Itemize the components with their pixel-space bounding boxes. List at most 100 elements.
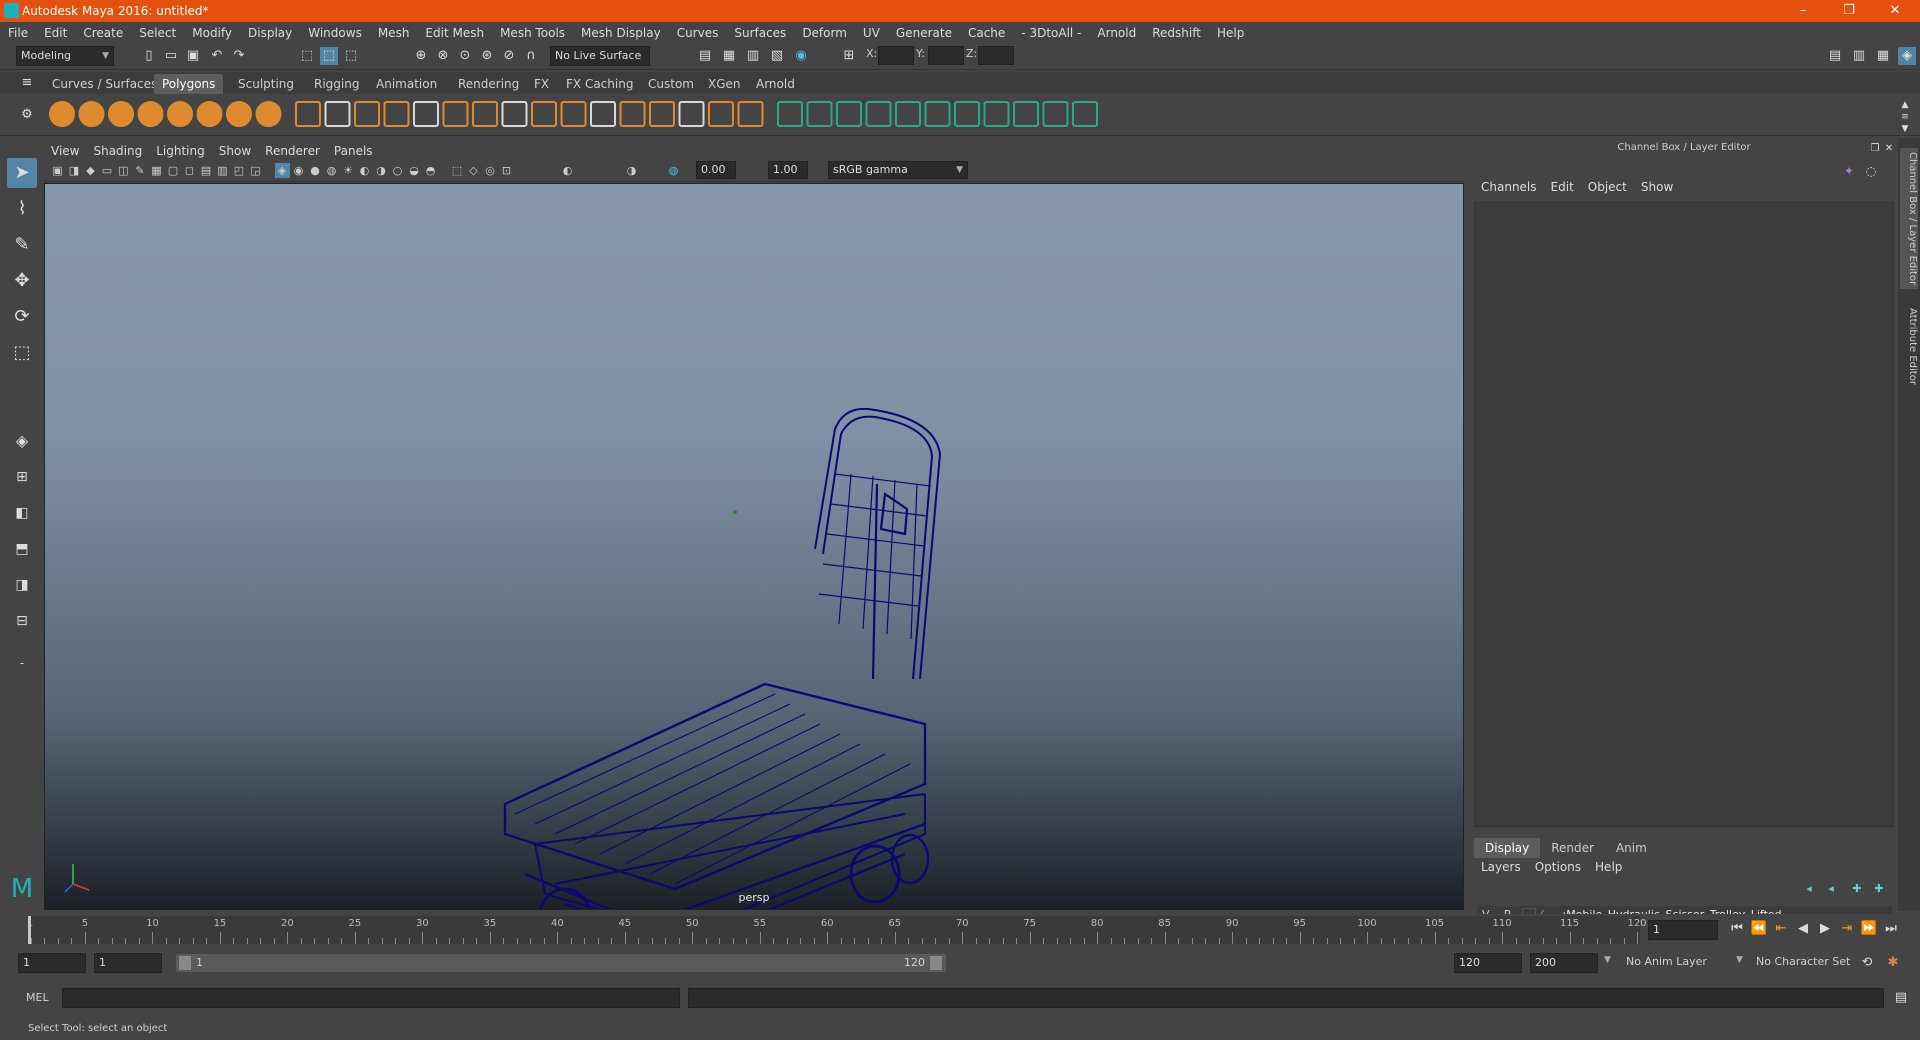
- select-component-icon[interactable]: ⬚: [342, 47, 360, 65]
- four-view-layout-icon[interactable]: ⊞: [7, 462, 37, 492]
- paint-select-tool-icon[interactable]: ✎: [7, 230, 37, 260]
- range-slider-bar[interactable]: 1 120: [176, 954, 946, 972]
- shelf-settings-icon[interactable]: ⚙: [18, 106, 36, 124]
- render-current-icon[interactable]: ▥: [744, 47, 762, 65]
- isolate-select-icon[interactable]: ⬚: [450, 163, 465, 178]
- shelf-separate-icon[interactable]: [354, 101, 380, 127]
- shelf-extract-icon[interactable]: [383, 101, 410, 127]
- mode-selector[interactable]: Modeling ▼: [16, 46, 114, 66]
- layer-tab-render[interactable]: Render: [1540, 838, 1605, 858]
- menu-mesh[interactable]: Mesh: [370, 26, 418, 40]
- move-layer-down-icon[interactable]: ◂: [1822, 880, 1840, 898]
- shelf-bridge-edge-icon[interactable]: [678, 101, 705, 127]
- x-field[interactable]: [878, 46, 914, 65]
- shelf-insert-loop-icon[interactable]: [836, 101, 862, 127]
- gamma-icon[interactable]: ◑: [624, 163, 639, 178]
- color-space-selector[interactable]: sRGB gamma ▼: [828, 161, 968, 179]
- shelf-bridge-icon[interactable]: [295, 101, 321, 127]
- menu-modify[interactable]: Modify: [184, 26, 240, 40]
- 2d-pan-zoom-icon[interactable]: ◫: [116, 163, 131, 178]
- shelf-torus-icon[interactable]: [196, 101, 223, 127]
- exposure-field[interactable]: 0.00: [696, 161, 736, 179]
- snap-grid-icon[interactable]: ⊕: [412, 47, 430, 65]
- resolution-gate-icon[interactable]: ◻: [182, 163, 197, 178]
- shelf-tab-xgen[interactable]: XGen: [700, 74, 749, 94]
- undo-icon[interactable]: ↶: [208, 47, 226, 65]
- play-forwards-icon[interactable]: ▶: [1816, 920, 1834, 938]
- motion-blur-icon[interactable]: ○: [390, 163, 405, 178]
- step-forward-key-icon[interactable]: ⇥: [1838, 920, 1856, 938]
- step-forward-frame-icon[interactable]: ⏩: [1860, 920, 1878, 938]
- shelf-tab-fx[interactable]: FX: [526, 74, 557, 94]
- shelf-uv-sew-icon[interactable]: [1042, 101, 1069, 127]
- shelf-uv-cut-icon[interactable]: [1072, 101, 1098, 127]
- snap-point-icon[interactable]: ⊙: [456, 47, 474, 65]
- viewport-menu-show[interactable]: Show: [212, 144, 258, 158]
- new-scene-icon[interactable]: ▯: [140, 47, 158, 65]
- shelf-boolean-icon[interactable]: [442, 101, 469, 127]
- viewport-menu-shading[interactable]: Shading: [86, 144, 149, 158]
- snap-surface-icon[interactable]: ⊘: [500, 47, 518, 65]
- maximize-button[interactable]: ❐: [1826, 0, 1872, 22]
- xray-icon[interactable]: ◇: [466, 163, 481, 178]
- shelf-tab-arnold[interactable]: Arnold: [748, 74, 803, 94]
- smooth-shade-icon[interactable]: ◉: [291, 163, 306, 178]
- shelf-scroll-down-icon[interactable]: ▼: [1896, 120, 1914, 138]
- scale-tool-icon[interactable]: ⬚: [7, 338, 37, 368]
- shadows-icon[interactable]: ◐: [357, 163, 372, 178]
- menu-edit-mesh[interactable]: Edit Mesh: [417, 26, 492, 40]
- auto-key-icon[interactable]: ⟲: [1858, 954, 1876, 972]
- shelf-edge-loop-icon[interactable]: [777, 101, 803, 127]
- tool-layouts-menu-icon[interactable]: -: [7, 648, 37, 678]
- shelf-uv-unfold-icon[interactable]: [1013, 101, 1039, 127]
- snap-view-icon[interactable]: ⊛: [478, 47, 496, 65]
- ipr-render-icon[interactable]: ▧: [768, 47, 786, 65]
- close-panel-icon[interactable]: ✕: [1880, 140, 1898, 158]
- transform-mode-icon[interactable]: ⊞: [840, 47, 858, 65]
- field-chart-icon[interactable]: ▥: [215, 163, 230, 178]
- menu-deform[interactable]: Deform: [794, 26, 855, 40]
- default-material-icon[interactable]: ●: [308, 163, 323, 178]
- image-plane-icon[interactable]: ▭: [100, 163, 115, 178]
- menu-redshift[interactable]: Redshift: [1144, 26, 1209, 40]
- panel-layout-icon[interactable]: ▤: [1826, 47, 1844, 65]
- anim-start-field[interactable]: 1: [94, 953, 162, 973]
- shelf-multi-cut-icon[interactable]: [708, 101, 734, 127]
- gate-mask-icon[interactable]: ▤: [199, 163, 214, 178]
- current-frame-field[interactable]: 1: [1648, 920, 1718, 940]
- shelf-cylinder-icon[interactable]: [108, 101, 134, 127]
- shelf-plane-icon[interactable]: [167, 101, 193, 127]
- shelf-cube-icon[interactable]: [78, 101, 105, 127]
- viewport-menu-lighting[interactable]: Lighting: [149, 144, 212, 158]
- time-slider[interactable]: 1 5 10 15 20 25 30 35 40 45 50 55 60 65 70 75 80 85 90 95 1…: [0, 914, 1920, 946]
- time-slider-track[interactable]: 1 51015202530354045505560657075808590951…: [27, 916, 1647, 944]
- hypershade-layout-icon[interactable]: ⊟: [7, 606, 37, 636]
- menu-mesh-display[interactable]: Mesh Display: [573, 26, 669, 40]
- layer-tab-anim[interactable]: Anim: [1605, 838, 1658, 858]
- start-time-field[interactable]: 1: [18, 953, 86, 973]
- shelf-uv-editor-icon[interactable]: [954, 101, 980, 127]
- end-time-field[interactable]: 200: [1530, 953, 1598, 973]
- layer-menu-options[interactable]: Options: [1528, 860, 1588, 874]
- anti-aliasing-icon[interactable]: ◒: [407, 163, 422, 178]
- select-camera-icon[interactable]: ▣: [50, 163, 65, 178]
- animation-prefs-icon[interactable]: ✱: [1884, 954, 1902, 972]
- save-scene-icon[interactable]: ▣: [184, 47, 202, 65]
- select-object-icon[interactable]: ⬚: [320, 47, 338, 65]
- shelf-quadrangulate-icon[interactable]: [590, 101, 616, 127]
- shelf-offset-loop-icon[interactable]: [806, 101, 833, 127]
- menu-create[interactable]: Create: [75, 26, 131, 40]
- hypershade-icon[interactable]: ◉: [792, 47, 810, 65]
- move-layer-up-icon[interactable]: ◂: [1800, 880, 1818, 898]
- shelf-combine-icon[interactable]: [324, 101, 351, 127]
- shelf-triangulate-icon[interactable]: [560, 101, 587, 127]
- shelf-tab-curves-surfaces[interactable]: Curves / Surfaces: [44, 74, 165, 94]
- shelf-tab-animation[interactable]: Animation: [368, 74, 445, 94]
- play-backwards-icon[interactable]: ◀: [1794, 920, 1812, 938]
- persp-graph-layout-icon[interactable]: ⬒: [7, 534, 37, 564]
- tool-settings-toggle-icon[interactable]: ◈: [1898, 47, 1916, 65]
- shelf-auto-uv-icon[interactable]: [924, 101, 951, 127]
- menu-file[interactable]: File: [0, 26, 36, 40]
- menu-windows[interactable]: Windows: [300, 26, 370, 40]
- select-hierarchy-icon[interactable]: ⬚: [298, 47, 316, 65]
